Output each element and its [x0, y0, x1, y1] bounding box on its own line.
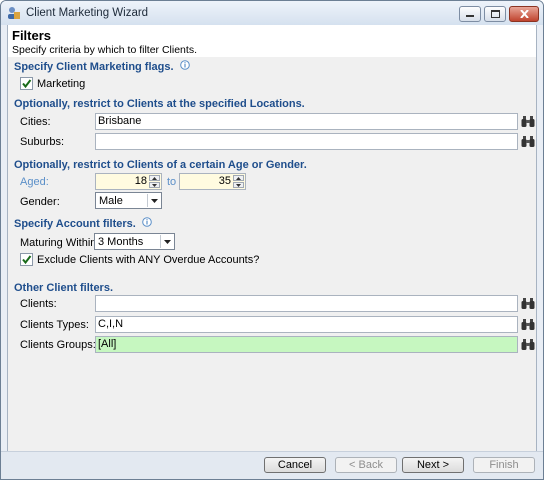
age-from-value: 18	[134, 175, 147, 187]
close-window-button[interactable]	[509, 6, 539, 22]
arrow-down-icon	[236, 183, 241, 187]
client-types-field[interactable]: C,I,N	[95, 316, 518, 333]
exclude-overdue-checkbox[interactable]	[20, 253, 33, 266]
flags-heading: Specify Client Marketing flags.	[14, 60, 190, 73]
client-groups-field[interactable]: [All]	[95, 336, 518, 353]
minimize-icon	[466, 15, 474, 17]
maturing-label: Maturing Within:	[20, 237, 100, 249]
wizard-footer: Cancel < Back Next > Finish	[1, 451, 543, 479]
finish-button[interactable]: Finish	[473, 457, 535, 473]
close-icon	[519, 10, 529, 18]
suburbs-binoculars-icon[interactable]	[521, 134, 535, 148]
client-types-label: Clients Types:	[20, 319, 89, 331]
gender-label: Gender:	[20, 196, 60, 208]
wizard-window: Client Marketing Wizard Filters Specify …	[0, 0, 544, 480]
age-from-spinner[interactable]: 18	[95, 173, 162, 190]
flags-heading-text: Specify Client Marketing flags.	[14, 61, 174, 73]
age-to-up-button[interactable]	[233, 175, 244, 181]
maximize-icon	[490, 10, 500, 18]
account-heading: Specify Account filters.	[14, 217, 152, 230]
clients-binoculars-icon[interactable]	[521, 296, 535, 310]
gender-value: Male	[99, 195, 123, 207]
info-icon[interactable]	[142, 217, 152, 227]
wizard-page: Filters Specify criteria by which to fil…	[7, 25, 537, 451]
gender-dropdown[interactable]: Male	[95, 192, 162, 209]
age-gender-heading: Optionally, restrict to Clients of a cer…	[14, 159, 307, 171]
age-to-value: 35	[218, 175, 231, 187]
client-groups-label: Clients Groups:	[20, 339, 96, 351]
info-icon[interactable]	[179, 60, 190, 70]
cities-label: Cities:	[20, 116, 51, 128]
age-to-down-button[interactable]	[233, 182, 244, 188]
cities-field[interactable]: Brisbane	[95, 113, 518, 130]
account-heading-text: Specify Account filters.	[14, 218, 136, 230]
page-subtitle: Specify criteria by which to filter Clie…	[12, 44, 197, 56]
page-title: Filters	[12, 28, 52, 43]
maximize-button[interactable]	[484, 6, 506, 22]
aged-label: Aged:	[20, 176, 49, 188]
cities-binoculars-icon[interactable]	[521, 114, 535, 128]
other-heading: Other Client filters.	[14, 282, 114, 294]
arrow-up-icon	[236, 176, 241, 180]
suburbs-label: Suburbs:	[20, 136, 65, 148]
title-bar[interactable]: Client Marketing Wizard	[1, 1, 543, 25]
chevron-down-icon	[150, 198, 158, 203]
marketing-label: Marketing	[37, 78, 86, 90]
checkmark-icon	[22, 79, 32, 89]
to-label: to	[167, 176, 177, 188]
next-button[interactable]: Next >	[402, 457, 464, 473]
clients-field[interactable]	[95, 295, 518, 312]
checkmark-icon	[22, 255, 32, 265]
maturing-value: 3 Months	[98, 236, 144, 248]
page-header: Filters Specify criteria by which to fil…	[8, 25, 536, 57]
clients-label: Clients:	[20, 298, 57, 310]
chevron-down-icon	[163, 239, 171, 244]
arrow-up-icon	[152, 176, 157, 180]
cancel-button[interactable]: Cancel	[264, 457, 326, 473]
minimize-button[interactable]	[459, 6, 481, 22]
maturing-dropdown[interactable]: 3 Months	[94, 233, 175, 250]
age-from-up-button[interactable]	[149, 175, 160, 181]
arrow-down-icon	[152, 183, 157, 187]
app-icon	[8, 7, 20, 19]
locations-heading: Optionally, restrict to Clients at the s…	[14, 98, 305, 110]
back-button[interactable]: < Back	[335, 457, 397, 473]
age-to-spinner[interactable]: 35	[179, 173, 246, 190]
groups-binoculars-icon[interactable]	[521, 337, 535, 351]
window-title: Client Marketing Wizard	[26, 7, 149, 19]
suburbs-field[interactable]	[95, 133, 518, 150]
exclude-overdue-label: Exclude Clients with ANY Overdue Account…	[37, 254, 260, 266]
types-binoculars-icon[interactable]	[521, 317, 535, 331]
marketing-checkbox[interactable]	[20, 77, 33, 90]
age-from-down-button[interactable]	[149, 182, 160, 188]
